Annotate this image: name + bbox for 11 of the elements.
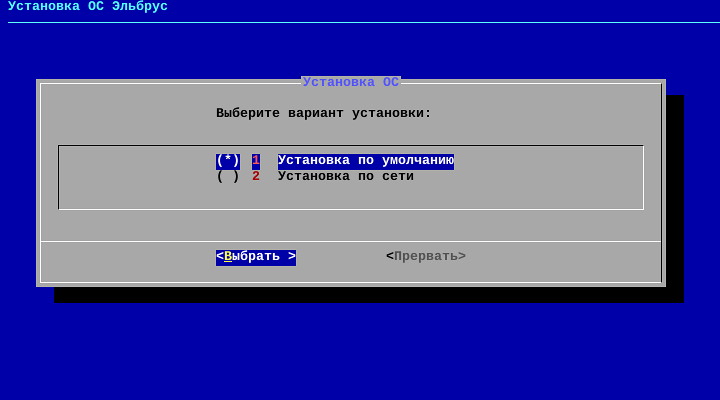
option-key: 1 xyxy=(252,154,260,170)
dialog-button[interactable]: <Выбрать > xyxy=(216,250,296,266)
option-item[interactable]: ( ) 2 Установка по сети xyxy=(216,170,643,186)
option-label: Установка по сети xyxy=(278,170,414,186)
option-label: Установка по умолчанию xyxy=(278,154,454,170)
dialog-prompt: Выберите вариант установки: xyxy=(216,107,433,123)
option-key: 2 xyxy=(252,170,260,186)
radio-marker: ( ) xyxy=(216,170,240,186)
option-item[interactable]: (*) 1 Установка по умолчанию xyxy=(216,154,643,170)
screen-title: Установка ОС Эльбрус xyxy=(7,0,169,16)
radio-marker: (*) xyxy=(216,154,240,170)
